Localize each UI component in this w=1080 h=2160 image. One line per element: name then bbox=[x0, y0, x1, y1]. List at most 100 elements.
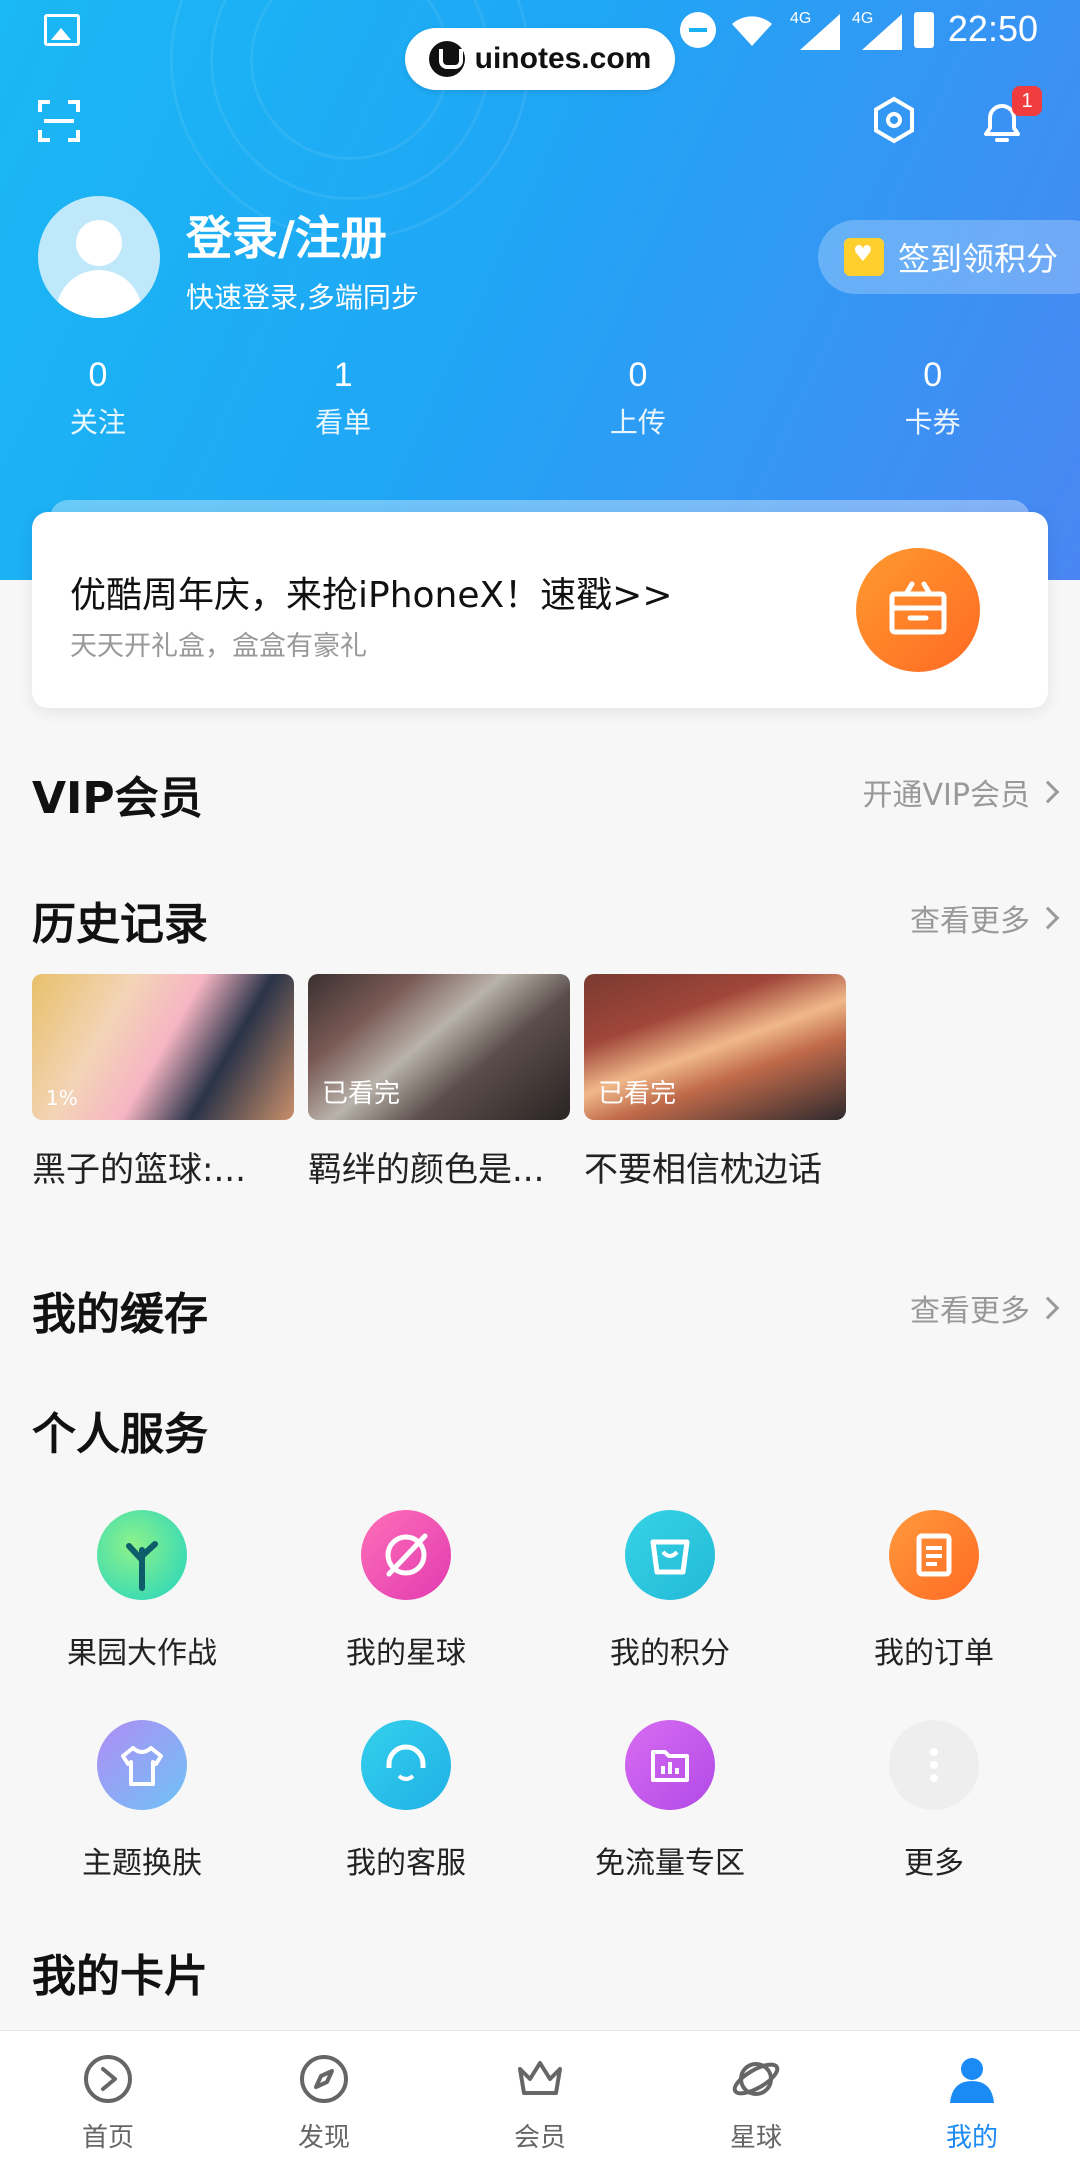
service-free-data[interactable]: 免流量专区 bbox=[538, 1720, 802, 1930]
tab-label: 星球 bbox=[729, 2123, 782, 2153]
wifi-icon bbox=[732, 16, 772, 46]
history-more-link[interactable]: 查看更多 bbox=[910, 896, 1060, 940]
history-item[interactable]: 已看完 羁绊的颜色是... bbox=[308, 974, 570, 1191]
checkin-label: 签到领积分 bbox=[898, 240, 1059, 278]
service-label: 我的星球 bbox=[346, 1636, 466, 1671]
folder-chart-icon bbox=[625, 1720, 715, 1810]
open-vip-link[interactable]: 开通VIP会员 bbox=[862, 770, 1060, 814]
battery-icon bbox=[914, 12, 934, 48]
watermark-badge: uinotes.com bbox=[405, 28, 675, 90]
clock: 22:50 bbox=[947, 8, 1038, 49]
compass-icon bbox=[300, 2055, 348, 2103]
login-subtitle: 快速登录,多端同步 bbox=[186, 281, 419, 314]
watermark-logo-icon bbox=[428, 41, 465, 77]
history-list: 1% 黑子的篮球:... 已看完 羁绊的颜色是... 已看完 不要相信枕边话 bbox=[32, 974, 846, 1191]
stat-value: 0 bbox=[88, 356, 108, 394]
document-icon bbox=[889, 1510, 979, 1600]
service-label: 主题换肤 bbox=[82, 1846, 202, 1881]
history-item[interactable]: 1% 黑子的篮球:... bbox=[32, 974, 294, 1191]
tab-mine[interactable]: 我的 bbox=[864, 2031, 1080, 2160]
cache-more-link[interactable]: 查看更多 bbox=[910, 1286, 1060, 1330]
chevron-right-icon bbox=[1036, 780, 1060, 804]
video-thumbnail[interactable]: 已看完 bbox=[584, 974, 846, 1120]
video-thumbnail[interactable]: 1% bbox=[32, 974, 294, 1120]
user-icon bbox=[950, 2058, 994, 2103]
service-label: 我的订单 bbox=[874, 1636, 994, 1671]
services-grid: 果园大作战 我的星球 我的积分 我的订单 主题换肤 我的客服 免流量专区 更多 bbox=[0, 1510, 1080, 1930]
promo-banner[interactable]: 优酷周年庆，来抢iPhoneX！速戳>> 天天开礼盒，盒盒有豪礼 bbox=[32, 512, 1048, 708]
tab-home[interactable]: 首页 bbox=[0, 2031, 216, 2160]
cache-more-label: 查看更多 bbox=[910, 1294, 1030, 1329]
video-title[interactable]: 羁绊的颜色是... bbox=[308, 1142, 570, 1191]
stat-coupons[interactable]: 0 卡券 bbox=[785, 356, 1080, 441]
cache-section-title: 我的缓存 bbox=[32, 1289, 208, 1340]
tab-membership[interactable]: 会员 bbox=[432, 2031, 648, 2160]
service-label: 果园大作战 bbox=[67, 1636, 217, 1671]
chevron-right-icon bbox=[1036, 1296, 1060, 1320]
settings-icon[interactable] bbox=[872, 96, 916, 144]
video-thumbnail[interactable]: 已看完 bbox=[308, 974, 570, 1120]
tab-discover[interactable]: 发现 bbox=[216, 2031, 432, 2160]
shopping-bag-icon bbox=[625, 1510, 715, 1600]
history-section-title: 历史记录 bbox=[32, 899, 208, 950]
crown-icon bbox=[518, 2061, 562, 2095]
tshirt-icon bbox=[97, 1720, 187, 1810]
headset-icon bbox=[361, 1720, 451, 1810]
play-circle-icon bbox=[84, 2055, 132, 2103]
service-label: 免流量专区 bbox=[595, 1846, 745, 1881]
do-not-disturb-icon bbox=[680, 12, 716, 48]
promo-title: 优酷周年庆，来抢iPhoneX！速戳>> bbox=[70, 575, 673, 616]
service-theme-skin[interactable]: 主题换肤 bbox=[10, 1720, 274, 1930]
tree-icon bbox=[97, 1510, 187, 1600]
stat-label: 上传 bbox=[609, 406, 666, 439]
watermark-text: uinotes.com bbox=[474, 42, 652, 75]
open-vip-label: 开通VIP会员 bbox=[862, 778, 1030, 813]
cards-section-title: 我的卡片 bbox=[32, 1951, 208, 2002]
watch-progress: 已看完 bbox=[598, 1079, 677, 1109]
service-label: 我的客服 bbox=[346, 1846, 466, 1881]
service-customer-support[interactable]: 我的客服 bbox=[274, 1720, 538, 1930]
chevron-right-icon bbox=[1036, 906, 1060, 930]
stat-value: 1 bbox=[333, 356, 353, 394]
service-my-planet[interactable]: 我的星球 bbox=[274, 1510, 538, 1720]
watch-progress: 1% bbox=[46, 1086, 78, 1110]
scan-icon[interactable] bbox=[38, 100, 80, 142]
planet-icon bbox=[361, 1510, 451, 1600]
service-my-points[interactable]: 我的积分 bbox=[538, 1510, 802, 1720]
bottom-tab-bar: 首页 发现 会员 星球 我的 bbox=[0, 2030, 1080, 2160]
services-section-title: 个人服务 bbox=[32, 1409, 208, 1460]
notification-badge: 1 bbox=[1012, 86, 1042, 116]
stat-label: 看单 bbox=[315, 406, 372, 439]
vip-section-title: VIP会员 bbox=[32, 773, 203, 824]
tab-planet[interactable]: 星球 bbox=[648, 2031, 864, 2160]
service-orchard-game[interactable]: 果园大作战 bbox=[10, 1510, 274, 1720]
avatar[interactable] bbox=[38, 196, 160, 318]
stat-value: 0 bbox=[628, 356, 648, 394]
planet-icon bbox=[732, 2062, 780, 2096]
tab-label: 我的 bbox=[945, 2123, 998, 2153]
stat-watchlist[interactable]: 1 看单 bbox=[196, 356, 491, 441]
tab-label: 会员 bbox=[513, 2123, 566, 2153]
service-my-orders[interactable]: 我的订单 bbox=[802, 1510, 1066, 1720]
service-more[interactable]: 更多 bbox=[802, 1720, 1066, 1930]
gift-heart-icon bbox=[844, 238, 884, 276]
tab-label: 首页 bbox=[81, 2123, 134, 2153]
signal-icon bbox=[862, 14, 902, 50]
more-dots-icon bbox=[889, 1720, 979, 1810]
image-notification-icon bbox=[44, 14, 80, 46]
stats-row: 0 关注 1 看单 0 上传 0 卡券 bbox=[0, 356, 1080, 441]
gift-box-button[interactable] bbox=[856, 548, 980, 672]
service-label: 更多 bbox=[904, 1846, 964, 1881]
gift-box-icon bbox=[889, 581, 947, 635]
stat-upload[interactable]: 0 上传 bbox=[491, 356, 786, 441]
login-register-link[interactable]: 登录/注册 bbox=[186, 202, 387, 268]
history-item[interactable]: 已看完 不要相信枕边话 bbox=[584, 974, 846, 1191]
video-title[interactable]: 黑子的篮球:... bbox=[32, 1142, 294, 1191]
watch-progress: 已看完 bbox=[322, 1079, 401, 1109]
avatar-head bbox=[76, 220, 122, 266]
video-title[interactable]: 不要相信枕边话 bbox=[584, 1142, 846, 1191]
stat-label: 卡券 bbox=[904, 406, 961, 439]
checkin-button[interactable]: 签到领积分 bbox=[818, 220, 1080, 294]
stat-follow[interactable]: 0 关注 bbox=[0, 356, 196, 441]
service-label: 我的积分 bbox=[610, 1636, 730, 1671]
